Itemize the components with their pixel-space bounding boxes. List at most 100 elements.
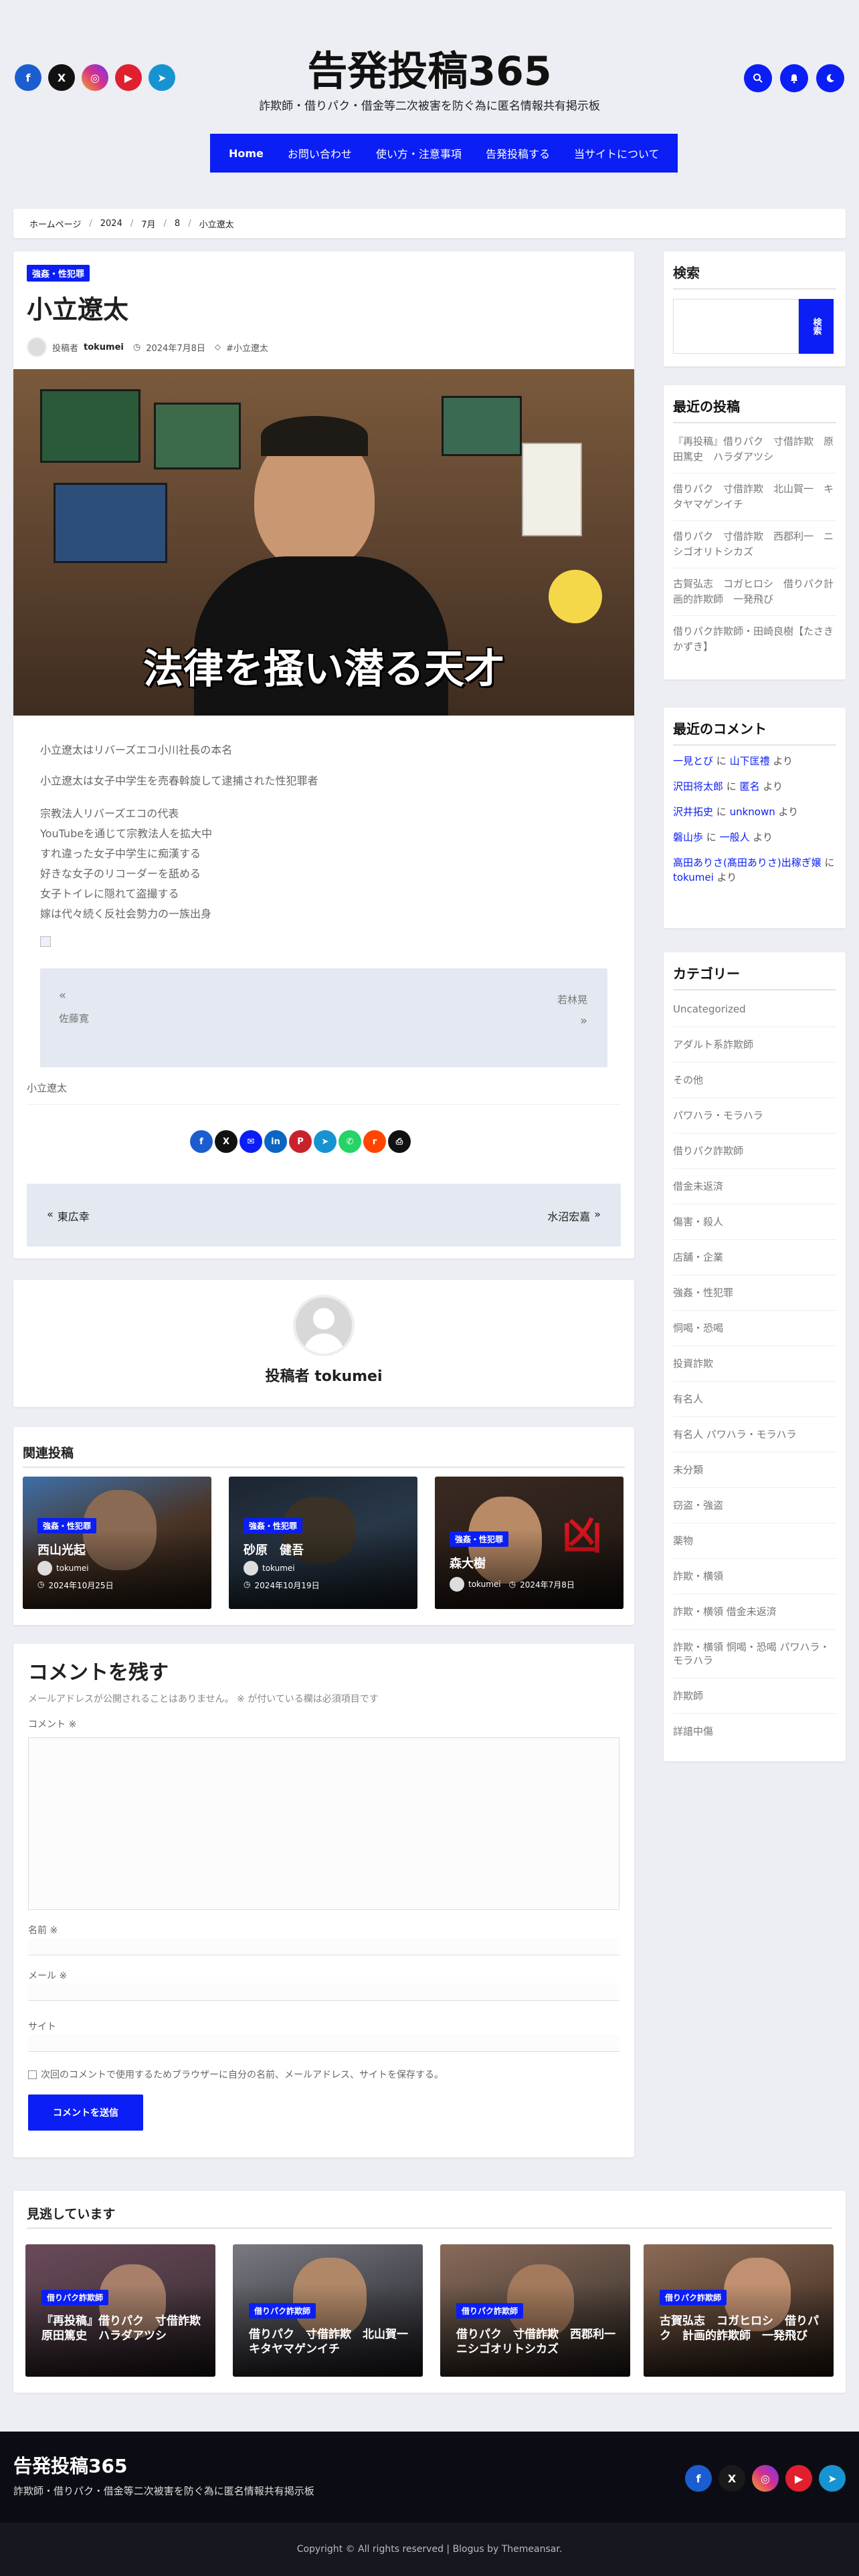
related-card[interactable]: 強姦・性犯罪 砂原 健吾 tokumei ◷ 2024年10月19日: [229, 1477, 417, 1609]
name-field[interactable]: [28, 1938, 619, 1955]
nav-submit[interactable]: 告発投稿する: [474, 145, 562, 161]
category-link[interactable]: アダルト系詐欺師: [673, 1027, 836, 1063]
comment-post[interactable]: 一般人: [720, 831, 750, 843]
post-date[interactable]: 2024年7月8日: [146, 341, 205, 354]
comment-post[interactable]: 匿名: [740, 780, 760, 792]
whatsapp-icon[interactable]: ✆: [339, 1130, 361, 1153]
bell-icon[interactable]: [780, 64, 808, 92]
youtube-icon[interactable]: ▶: [785, 2465, 812, 2492]
instagram-icon[interactable]: ◎: [752, 2465, 779, 2492]
author-link[interactable]: tokumei: [84, 342, 124, 352]
category-link[interactable]: 投資詐欺: [673, 1346, 836, 1382]
related-card[interactable]: 凶 強姦・性犯罪 森大樹 tokumei ◷ 2024年7月8日: [435, 1477, 624, 1609]
breadcrumb-month[interactable]: 7月: [141, 217, 155, 230]
search-icon[interactable]: [744, 64, 772, 92]
footer-title[interactable]: 告発投稿365: [13, 2452, 127, 2478]
related-category[interactable]: 強姦・性犯罪: [244, 1518, 303, 1533]
category-link[interactable]: Uncategorized: [673, 992, 836, 1027]
missed-category[interactable]: 借りパク詐欺師: [456, 2303, 524, 2319]
nav-contact[interactable]: お問い合わせ: [276, 145, 364, 161]
pinterest-icon[interactable]: P: [289, 1130, 312, 1153]
missed-post-title[interactable]: 借りパク 寸借詐欺 北山賀一 キタヤマゲンイチ: [249, 2327, 419, 2357]
related-author[interactable]: tokumei: [56, 1564, 89, 1573]
email-icon[interactable]: ✉: [240, 1130, 262, 1153]
nav-howto[interactable]: 使い方・注意事項: [364, 145, 474, 161]
category-link[interactable]: 有名人: [673, 1382, 836, 1417]
missed-category[interactable]: 借りパク詐欺師: [660, 2290, 727, 2305]
email-field[interactable]: [28, 1983, 619, 2001]
comment-textarea[interactable]: [28, 1737, 619, 1910]
search-input[interactable]: [673, 299, 799, 354]
nav-home[interactable]: Home: [217, 147, 276, 160]
category-link[interactable]: 傷害・殺人: [673, 1204, 836, 1240]
category-link[interactable]: 強姦・性犯罪: [673, 1275, 836, 1311]
category-link[interactable]: 窃盗・強盗: [673, 1488, 836, 1523]
reddit-icon[interactable]: r: [363, 1130, 386, 1153]
category-link[interactable]: 詐欺・横領 恫喝・恐喝 パワハラ・モラハラ: [673, 1630, 836, 1679]
comment-post[interactable]: 山下匡禮: [730, 755, 770, 767]
x-icon[interactable]: X: [719, 2465, 745, 2492]
nav-about[interactable]: 当サイトについて: [562, 145, 672, 161]
site-field[interactable]: [28, 2034, 619, 2052]
inner-prev-link[interactable]: 佐藤寛: [59, 1011, 89, 1025]
x-icon[interactable]: X: [215, 1130, 237, 1153]
post-category[interactable]: 強姦・性犯罪: [27, 265, 90, 282]
missed-category[interactable]: 借りパク詐欺師: [41, 2290, 109, 2305]
category-link[interactable]: 借りパク詐欺師: [673, 1134, 836, 1169]
telegram-icon[interactable]: ➤: [819, 2465, 846, 2492]
category-link[interactable]: 詐欺・横領 借金未返済: [673, 1594, 836, 1630]
facebook-icon[interactable]: f: [685, 2465, 712, 2492]
category-link[interactable]: 有名人 パワハラ・モラハラ: [673, 1417, 836, 1453]
category-link[interactable]: 詳諳中傷: [673, 1714, 836, 1749]
recent-post-link[interactable]: 借りパク詐欺師・田崎良樹【たさきかずき】: [673, 616, 836, 663]
related-author[interactable]: tokumei: [262, 1564, 295, 1573]
missed-card[interactable]: 借りパク詐欺師 借りパク 寸借詐欺 北山賀一 キタヤマゲンイチ: [233, 2244, 423, 2377]
author-box-link[interactable]: tokumei: [314, 1368, 382, 1385]
category-link[interactable]: 薬物: [673, 1523, 836, 1559]
remember-checkbox[interactable]: [28, 2070, 37, 2079]
linkedin-icon[interactable]: in: [264, 1130, 287, 1153]
recent-post-link[interactable]: 古賀弘志 コガヒロシ 借りパク計画的詐欺師 一発飛び: [673, 568, 836, 616]
print-icon[interactable]: ⎙: [388, 1130, 411, 1153]
related-author[interactable]: tokumei: [468, 1580, 501, 1589]
category-link[interactable]: 店舗・企業: [673, 1240, 836, 1275]
recent-post-link[interactable]: 借りパク 寸借詐欺 北山賀一 キタヤマゲンイチ: [673, 473, 836, 521]
post-tag-line[interactable]: 小立遼太: [27, 1081, 621, 1105]
missed-post-title[interactable]: 『再投稿』借りパク 寸借詐欺 原田篤史 ハラダアツシ: [41, 2314, 212, 2343]
missed-card[interactable]: 借りパク詐欺師 古賀弘志 コガヒロシ 借りパク 計画的詐欺師 一発飛び: [644, 2244, 834, 2377]
moon-icon[interactable]: [816, 64, 844, 92]
related-card[interactable]: 強姦・性犯罪 西山光起 tokumei ◷ 2024年10月25日: [23, 1477, 211, 1609]
comment-post[interactable]: tokumei: [673, 871, 714, 883]
missed-card[interactable]: 借りパク詐欺師 『再投稿』借りパク 寸借詐欺 原田篤史 ハラダアツシ: [25, 2244, 215, 2377]
breadcrumb-day[interactable]: 8: [175, 219, 180, 229]
category-link[interactable]: 借金未返済: [673, 1169, 836, 1204]
missed-post-title[interactable]: 古賀弘志 コガヒロシ 借りパク 計画的詐欺師 一発飛び: [660, 2314, 820, 2343]
missed-category[interactable]: 借りパク詐欺師: [249, 2303, 316, 2319]
recent-post-link[interactable]: 『再投稿』借りパク 寸借詐欺 原田篤史 ハラダアツシ: [673, 426, 836, 473]
breadcrumb-year[interactable]: 2024: [100, 219, 122, 229]
category-link[interactable]: 未分類: [673, 1453, 836, 1488]
comment-author[interactable]: 沢田将太郎: [673, 780, 723, 792]
related-category[interactable]: 強姦・性犯罪: [37, 1518, 97, 1533]
comment-author[interactable]: 沢井拓史: [673, 806, 713, 818]
category-link[interactable]: 恫喝・恐喝: [673, 1311, 836, 1346]
category-link[interactable]: 詐欺師: [673, 1679, 836, 1714]
related-post-title[interactable]: 砂原 健吾: [244, 1541, 304, 1558]
prev-post-link[interactable]: 東広幸: [58, 1208, 90, 1224]
related-date[interactable]: 2024年10月25日: [48, 1580, 113, 1591]
related-post-title[interactable]: 西山光起: [37, 1541, 86, 1558]
related-date[interactable]: 2024年7月8日: [520, 1579, 575, 1590]
next-post-link[interactable]: 水沼宏嘉: [547, 1208, 590, 1224]
comment-author[interactable]: 高田ありさ(髙田ありさ)出稼ぎ嬢: [673, 857, 822, 869]
telegram-icon[interactable]: ➤: [314, 1130, 337, 1153]
category-link[interactable]: その他: [673, 1063, 836, 1098]
submit-comment-button[interactable]: コメントを送信: [28, 2095, 143, 2131]
search-button[interactable]: 検索: [799, 299, 834, 354]
inner-next-link[interactable]: 若林晃: [557, 992, 587, 1006]
site-title[interactable]: 告発投稿365: [0, 39, 859, 97]
category-link[interactable]: パワハラ・モラハラ: [673, 1098, 836, 1134]
facebook-icon[interactable]: f: [190, 1130, 213, 1153]
recent-post-link[interactable]: 借りパク 寸借詐欺 西郡利一 ニシゴオリトシカズ: [673, 521, 836, 568]
category-link[interactable]: 詐欺・横領: [673, 1559, 836, 1594]
missed-post-title[interactable]: 借りパク 寸借詐欺 西郡利一 ニシゴオリトシカズ: [456, 2327, 627, 2357]
